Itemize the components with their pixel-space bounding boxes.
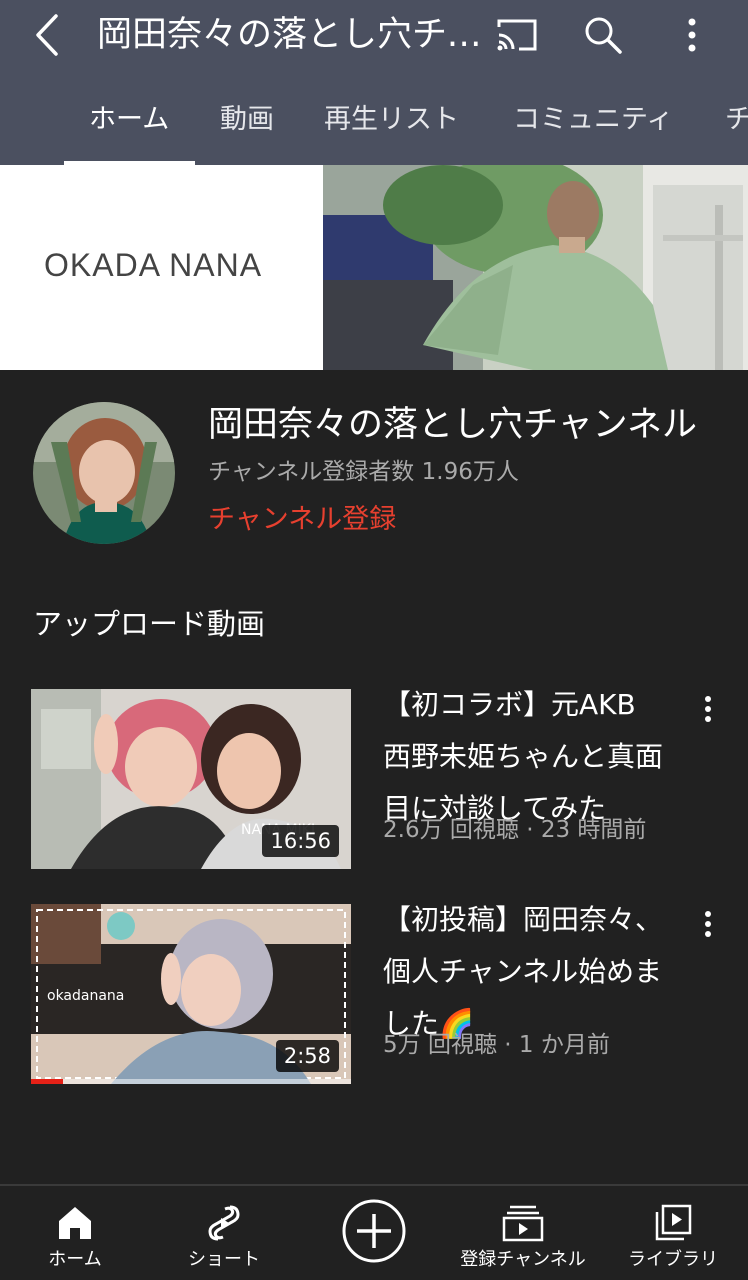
back-arrow-icon (36, 14, 58, 56)
subscribe-button[interactable]: チャンネル登録 (208, 500, 396, 540)
video-duration: 2:58 (275, 1040, 339, 1072)
video-item[interactable]: okadanana 2:58 【初投稿】岡田奈々、個人チャンネル始めました🌈 5… (0, 903, 748, 1094)
nav-create[interactable] (340, 1186, 408, 1280)
more-vert-icon (705, 911, 711, 937)
bottom-navigation: ホーム ショート 登録チャンネル ライブラリ (0, 1184, 748, 1280)
app-header: 岡田奈々の落とし穴チャンネル ホーム 動画 再生リスト コミュニティ チ (0, 0, 748, 165)
search-button[interactable] (578, 10, 628, 60)
tab-playlists[interactable]: 再生リスト (324, 88, 459, 165)
video-meta: 5万 回視聴 · 1 か月前 (383, 1032, 610, 1058)
home-icon (52, 1200, 98, 1246)
search-icon (585, 17, 622, 54)
uploads-section-title: アップロード動画 (33, 607, 266, 641)
cast-button[interactable] (492, 10, 542, 60)
tab-channels[interactable]: チ (725, 88, 748, 165)
video-more-button[interactable] (690, 689, 726, 729)
more-options-button[interactable] (670, 10, 714, 60)
nav-subscriptions[interactable]: 登録チャンネル (450, 1186, 596, 1280)
banner-photo (323, 165, 748, 370)
more-vert-icon (688, 18, 696, 52)
video-duration: 16:56 (262, 825, 339, 857)
channel-name: 岡田奈々の落とし穴チャンネル (208, 405, 697, 445)
video-title[interactable]: 【初コラボ】元AKB西野未姫ちゃんと真面目に対談してみた (383, 679, 663, 835)
video-meta: 2.6万 回視聴 · 23 時間前 (383, 817, 647, 843)
video-title[interactable]: 【初投稿】岡田奈々、個人チャンネル始めました🌈 (383, 894, 663, 1050)
nav-shorts-label: ショート (188, 1249, 260, 1270)
channel-tabs: ホーム 動画 再生リスト コミュニティ チ (0, 88, 748, 165)
avatar-image (33, 402, 175, 544)
watch-progress-fill (31, 1079, 63, 1084)
header-title: 岡田奈々の落とし穴チャンネル (97, 15, 482, 55)
video-item[interactable]: NANA MIKI 16:56 【初コラボ】元AKB西野未姫ちゃんと真面目に対談… (0, 688, 748, 879)
video-thumbnail[interactable]: NANA MIKI 16:56 (31, 689, 351, 869)
channel-avatar[interactable] (33, 402, 175, 544)
tab-videos[interactable]: 動画 (220, 88, 274, 165)
more-vert-icon (705, 696, 711, 722)
cast-icon (497, 19, 537, 51)
subscriber-count: チャンネル登録者数 1.96万人 (208, 459, 519, 485)
shorts-icon (201, 1200, 247, 1246)
banner-text: OKADA NANA (44, 247, 263, 283)
tab-community[interactable]: コミュニティ (513, 88, 673, 165)
library-icon (650, 1200, 696, 1246)
nav-library-label: ライブラリ (628, 1249, 718, 1270)
video-more-button[interactable] (690, 904, 726, 944)
channel-banner: OKADA NANA (0, 165, 748, 370)
nav-library[interactable]: ライブラリ (624, 1186, 722, 1280)
header-row: 岡田奈々の落とし穴チャンネル (0, 0, 748, 72)
nav-home-label: ホーム (48, 1249, 102, 1270)
video-thumbnail[interactable]: okadanana 2:58 (31, 904, 351, 1084)
back-button[interactable] (22, 10, 72, 60)
nav-subscriptions-label: 登録チャンネル (460, 1249, 586, 1270)
nav-home[interactable]: ホーム (34, 1186, 116, 1280)
watch-progress-bar (31, 1079, 351, 1084)
thumbnail-caption: okadanana (47, 988, 124, 1004)
nav-shorts[interactable]: ショート (174, 1186, 274, 1280)
tab-home[interactable]: ホーム (89, 88, 169, 165)
subscriptions-icon (500, 1200, 546, 1246)
create-plus-icon (341, 1198, 407, 1264)
